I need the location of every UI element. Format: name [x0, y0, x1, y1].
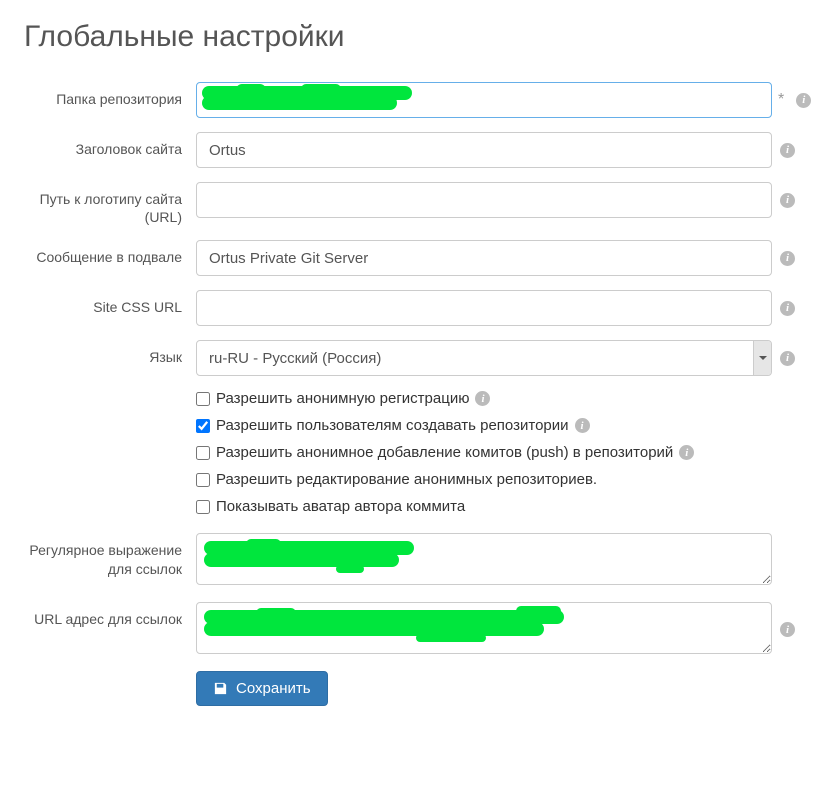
label-repo-folder: Папка репозитория [24, 82, 196, 108]
info-icon[interactable]: i [575, 418, 590, 433]
footer-msg-input[interactable] [196, 240, 772, 276]
info-icon[interactable]: i [780, 143, 795, 158]
checkbox-row: Показывать аватар автора коммита [196, 498, 797, 515]
save-icon [213, 681, 228, 696]
link-url-input[interactable] [196, 602, 772, 654]
info-icon[interactable]: i [780, 622, 795, 637]
checkbox-row: Разрешить анонимную регистрацию i [196, 390, 797, 407]
checkbox-label: Разрешить пользователям создавать репози… [216, 417, 569, 434]
checkbox-edit-anon-repos[interactable] [196, 473, 210, 487]
checkbox-label: Разрешить анонимную регистрацию [216, 390, 469, 407]
link-regex-input[interactable] [196, 533, 772, 585]
row-link-regex: Регулярное выражение для ссылок i [24, 533, 797, 588]
site-css-input[interactable] [196, 290, 772, 326]
save-button-label: Сохранить [236, 680, 311, 697]
language-select[interactable]: ru-RU - Русский (Россия) [196, 340, 772, 376]
label-link-url: URL адрес для ссылок [24, 602, 196, 628]
row-logo-url: Путь к логотипу сайта (URL) i [24, 182, 797, 226]
info-icon[interactable]: i [679, 445, 694, 460]
label-logo-url: Путь к логотипу сайта (URL) [24, 182, 196, 226]
info-icon[interactable]: i [780, 251, 795, 266]
page-title: Глобальные настройки [24, 20, 797, 54]
checkbox-anon-register[interactable] [196, 392, 210, 406]
label-language: Язык [24, 340, 196, 366]
info-icon[interactable]: i [780, 351, 795, 366]
checkbox-users-create-repos[interactable] [196, 419, 210, 433]
row-site-css: Site CSS URL i [24, 290, 797, 326]
checkbox-label: Разрешить редактирование анонимных репоз… [216, 471, 597, 488]
checkbox-label: Показывать аватар автора коммита [216, 498, 465, 515]
repo-folder-input[interactable] [196, 82, 772, 118]
label-footer-msg: Сообщение в подвале [24, 240, 196, 266]
row-footer-msg: Сообщение в подвале i [24, 240, 797, 276]
label-link-regex: Регулярное выражение для ссылок [24, 533, 196, 577]
row-repo-folder: Папка репозитория * i [24, 82, 797, 118]
info-icon[interactable]: i [780, 193, 795, 208]
info-icon[interactable]: i [475, 391, 490, 406]
checkbox-anon-push[interactable] [196, 446, 210, 460]
checkbox-show-avatar[interactable] [196, 500, 210, 514]
label-site-css: Site CSS URL [24, 290, 196, 316]
row-site-title: Заголовок сайта i [24, 132, 797, 168]
checkbox-group: Разрешить анонимную регистрацию i Разреш… [196, 390, 797, 515]
checkbox-row: Разрешить пользователям создавать репози… [196, 417, 797, 434]
checkbox-row: Разрешить редактирование анонимных репоз… [196, 471, 797, 488]
required-marker: * [772, 91, 788, 109]
info-icon[interactable]: i [780, 301, 795, 316]
label-site-title: Заголовок сайта [24, 132, 196, 158]
row-link-url: URL адрес для ссылок i [24, 602, 797, 657]
save-button[interactable]: Сохранить [196, 671, 328, 706]
site-title-input[interactable] [196, 132, 772, 168]
checkbox-row: Разрешить анонимное добавление комитов (… [196, 444, 797, 461]
info-icon[interactable]: i [796, 93, 811, 108]
checkbox-label: Разрешить анонимное добавление комитов (… [216, 444, 673, 461]
logo-url-input[interactable] [196, 182, 772, 218]
row-language: Язык ru-RU - Русский (Россия) i [24, 340, 797, 376]
